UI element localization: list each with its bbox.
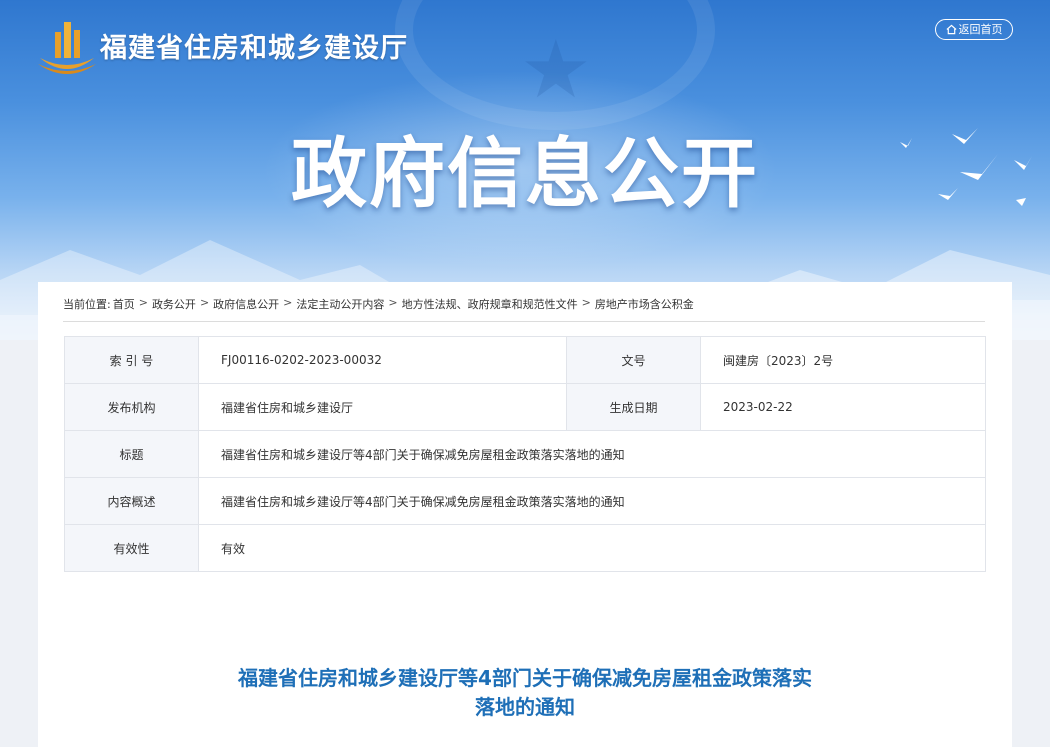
document-title-line: 福建省住房和城乡建设厅等4部门关于确保减免房屋租金政策落实 [238,666,812,690]
document-title-line: 落地的通知 [475,695,575,719]
date-value: 2023-02-22 [700,383,986,431]
publisher-value: 福建省住房和城乡建设厅 [198,383,567,431]
index-value: FJ00116-0202-2023-00032 [198,336,567,384]
table-row: 索 引 号 FJ00116-0202-2023-00032 文号 闽建房〔202… [64,336,986,384]
breadcrumb-item-real-estate[interactable]: 房地产市场含公积金 [595,296,694,312]
breadcrumb: 当前位置: 首页 > 政务公开 > 政府信息公开 > 法定主动公开内容 > 地方… [63,296,985,322]
breadcrumb-label: 当前位置: [63,298,111,311]
document-title: 福建省住房和城乡建设厅等4部门关于确保减免房屋租金政策落实 落地的通知 [38,664,1012,722]
breadcrumb-separator: > [283,296,293,309]
breadcrumb-item-affairs[interactable]: 政务公开 [152,296,196,312]
back-home-label: 返回首页 [958,23,1003,36]
summary-value: 福建省住房和城乡建设厅等4部门关于确保减免房屋租金政策落实落地的通知 [198,477,986,525]
breadcrumb-item-home[interactable]: 首页 [113,296,135,312]
breadcrumb-separator: > [388,296,398,309]
table-row: 内容概述 福建省住房和城乡建设厅等4部门关于确保减免房屋租金政策落实落地的通知 [64,477,986,525]
document-meta-table: 索 引 号 FJ00116-0202-2023-00032 文号 闽建房〔202… [64,336,986,572]
table-row: 标题 福建省住房和城乡建设厅等4部门关于确保减免房屋租金政策落实落地的通知 [64,430,986,478]
star-icon: ★ [520,23,592,116]
validity-label: 有效性 [64,524,199,572]
building-logo-icon [38,22,96,74]
back-home-button[interactable]: 返回首页 [935,19,1013,40]
publisher-label: 发布机构 [64,383,199,431]
page: ★ 福建省住房和城乡建设厅 返回首页 政府信息公开 当前位置: 首页 > 政务公… [0,0,1050,747]
summary-label: 内容概述 [64,477,199,525]
site-name[interactable]: 福建省住房和城乡建设厅 [100,26,408,65]
breadcrumb-separator: > [581,296,591,309]
breadcrumb-separator: > [199,296,210,309]
index-label: 索 引 号 [64,336,199,384]
breadcrumb-separator: > [138,296,148,309]
title-label: 标题 [64,430,199,478]
home-icon [946,24,956,35]
breadcrumb-item-regulations[interactable]: 地方性法规、政府规章和规范性文件 [402,296,578,312]
table-row: 有效性 有效 [64,524,986,572]
docno-label: 文号 [566,336,701,384]
breadcrumb-item-statutory[interactable]: 法定主动公开内容 [296,296,384,312]
breadcrumb-item-info-disclosure[interactable]: 政府信息公开 [213,296,279,312]
date-label: 生成日期 [566,383,701,431]
validity-value: 有效 [198,524,986,572]
dove-icon [900,128,1032,206]
docno-value: 闽建房〔2023〕2号 [700,336,986,384]
title-value: 福建省住房和城乡建设厅等4部门关于确保减免房屋租金政策落实落地的通知 [198,430,986,478]
table-row: 发布机构 福建省住房和城乡建设厅 生成日期 2023-02-22 [64,383,986,431]
content-panel: 当前位置: 首页 > 政务公开 > 政府信息公开 > 法定主动公开内容 > 地方… [38,282,1012,747]
